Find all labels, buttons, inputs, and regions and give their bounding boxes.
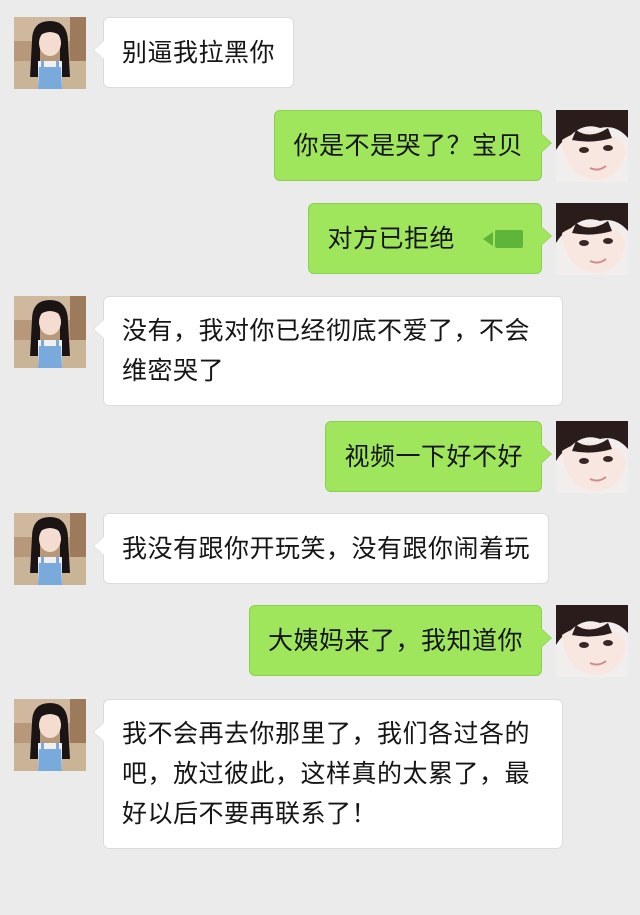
- contact-avatar[interactable]: [14, 296, 86, 368]
- received-message-bubble[interactable]: 没有，我对你已经彻底不爱了，不会 维密哭了: [93, 296, 563, 406]
- message-text: 大姨妈来了，我知道你: [267, 626, 523, 655]
- message-text: 我不会再去你那里了，我们各过各的 吧，放过彼此，这样真的太累了，最 好以后不要再…: [122, 719, 531, 828]
- boy-avatar-icon: [556, 421, 628, 493]
- contact-avatar[interactable]: [14, 699, 86, 771]
- girl-avatar-icon: [14, 296, 86, 368]
- sent-message-bubble[interactable]: 大姨妈来了，我知道你: [248, 605, 553, 676]
- contact-avatar[interactable]: [14, 17, 86, 89]
- sent-message-bubble[interactable]: 视频一下好不好: [325, 421, 552, 492]
- received-message-bubble[interactable]: 我没有跟你开玩笑，没有跟你闹着玩: [92, 513, 550, 584]
- chat-area: 别逼我拉黑你 你是不是哭了？宝贝 对方已拒绝 没有，我对你已经彻底不爱了，不会 …: [0, 0, 640, 915]
- message-text: 对方已拒绝: [327, 224, 455, 253]
- boy-avatar-icon: [556, 605, 628, 677]
- self-avatar[interactable]: [556, 203, 628, 275]
- girl-avatar-icon: [14, 513, 86, 585]
- received-message-bubble[interactable]: 我不会再去你那里了，我们各过各的 吧，放过彼此，这样真的太累了，最 好以后不要再…: [93, 699, 563, 849]
- message-text: 没有，我对你已经彻底不爱了，不会 维密哭了: [122, 316, 531, 385]
- received-message-bubble[interactable]: 别逼我拉黑你: [92, 17, 295, 88]
- sent-message-bubble[interactable]: 你是不是哭了？宝贝: [274, 110, 552, 181]
- message-text: 我没有跟你开玩笑，没有跟你闹着玩: [122, 534, 531, 563]
- girl-avatar-icon: [14, 699, 86, 771]
- video-call-icon: [483, 230, 523, 248]
- self-avatar[interactable]: [556, 605, 628, 677]
- boy-avatar-icon: [556, 110, 628, 182]
- self-avatar[interactable]: [556, 110, 628, 182]
- message-text: 视频一下好不好: [344, 442, 523, 471]
- message-text: 你是不是哭了？宝贝: [293, 131, 523, 160]
- boy-avatar-icon: [556, 203, 628, 275]
- message-text: 别逼我拉黑你: [122, 38, 276, 67]
- video-call-declined-bubble[interactable]: 对方已拒绝: [308, 203, 552, 274]
- contact-avatar[interactable]: [14, 513, 86, 585]
- self-avatar[interactable]: [556, 421, 628, 493]
- girl-avatar-icon: [14, 17, 86, 89]
